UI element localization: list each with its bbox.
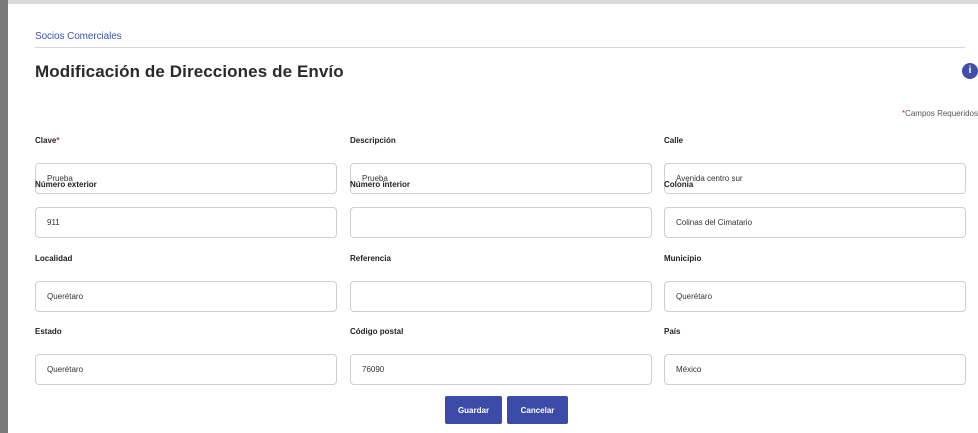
field-localidad: Localidad	[35, 254, 337, 312]
numero-interior-input[interactable]	[350, 207, 652, 238]
label-numero-interior: Número interior	[350, 180, 411, 189]
municipio-input[interactable]	[664, 281, 966, 312]
localidad-input[interactable]	[35, 281, 337, 312]
required-note-text: Campos Requeridos	[905, 109, 978, 118]
label-pais: País	[664, 327, 681, 336]
field-estado: Estado	[35, 327, 337, 385]
label-colonia: Colonia	[664, 180, 694, 189]
field-pais: País	[664, 327, 966, 385]
numero-exterior-input[interactable]	[35, 207, 337, 238]
label-numero-exterior: Número exterior	[35, 180, 97, 189]
label-referencia: Referencia	[350, 254, 391, 263]
field-numero-interior: Número interior	[350, 180, 652, 238]
window-top-edge	[0, 0, 978, 4]
breadcrumb: Socios Comerciales	[35, 26, 965, 48]
page-title: Modificación de Direcciones de Envío	[35, 62, 344, 81]
pais-input[interactable]	[664, 354, 966, 385]
field-referencia: Referencia	[350, 254, 652, 312]
label-descripcion: Descripción	[350, 136, 396, 145]
save-button[interactable]: Guardar	[445, 396, 502, 424]
required-marker: *	[56, 136, 60, 145]
label-estado: Estado	[35, 327, 62, 336]
referencia-input[interactable]	[350, 281, 652, 312]
info-icon[interactable]: i	[962, 63, 978, 79]
estado-input[interactable]	[35, 354, 337, 385]
codigo-postal-input[interactable]	[350, 354, 652, 385]
field-numero-exterior: Número exterior	[35, 180, 337, 238]
label-calle: Calle	[664, 136, 684, 145]
colonia-input[interactable]	[664, 207, 966, 238]
label-localidad: Localidad	[35, 254, 73, 263]
window-left-edge	[0, 0, 8, 433]
field-codigo-postal: Código postal	[350, 327, 652, 385]
label-municipio: Municipio	[664, 254, 702, 263]
field-municipio: Municipio	[664, 254, 966, 312]
breadcrumb-link-socios-comerciales[interactable]: Socios Comerciales	[35, 31, 122, 42]
label-clave: Clave	[35, 136, 57, 145]
cancel-button[interactable]: Cancelar	[507, 396, 568, 424]
label-codigo-postal: Código postal	[350, 327, 404, 336]
required-fields-note: *Campos Requeridos	[902, 109, 978, 118]
field-colonia: Colonia	[664, 180, 966, 238]
